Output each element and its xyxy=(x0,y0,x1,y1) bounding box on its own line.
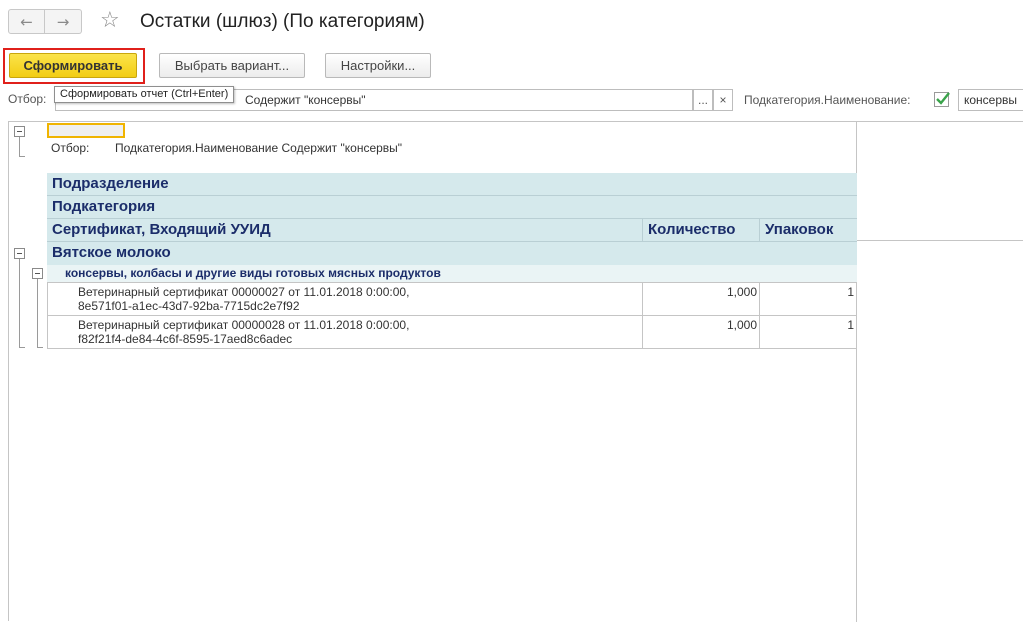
tree-line xyxy=(19,137,20,156)
subcategory-filter-label: Подкатегория.Наименование: xyxy=(744,93,911,107)
navigation-buttons: ← → xyxy=(8,9,83,34)
tree-line xyxy=(37,347,43,348)
table-row-quantity[interactable]: 1,000 xyxy=(649,318,757,332)
header-quantity: Количество xyxy=(642,219,759,242)
filter-clear-button[interactable]: × xyxy=(713,89,733,111)
header-packages: Упаковок xyxy=(759,219,857,242)
tree-line xyxy=(19,259,20,347)
certificate-uuid: 8e571f01-a1ec-43d7-92ba-7715dc2e7f92 xyxy=(78,299,300,313)
filter-label: Отбор: xyxy=(8,92,47,106)
tree-line xyxy=(19,347,25,348)
page-title: Остатки (шлюз) (По категориям) xyxy=(140,11,425,32)
table-row-certificate[interactable]: Ветеринарный сертификат 00000027 от 11.0… xyxy=(78,285,409,313)
header-division: Подразделение xyxy=(47,173,857,196)
report-right-line xyxy=(856,240,1023,241)
certificate-uuid: f82f21f4-de84-4c6f-8595-17aed8c6adec xyxy=(78,332,293,346)
table-row-quantity[interactable]: 1,000 xyxy=(649,285,757,299)
table-row-certificate[interactable]: Ветеринарный сертификат 00000028 от 11.0… xyxy=(78,318,409,346)
arrow-right-icon: → xyxy=(56,12,70,31)
certificate-line: Ветеринарный сертификат 00000028 от 11.0… xyxy=(78,318,410,332)
forward-button[interactable]: → xyxy=(45,9,82,34)
header-subcategory: Подкатегория xyxy=(47,196,857,219)
report-filter-text: Подкатегория.Наименование Содержит "конс… xyxy=(115,141,403,155)
group-row-subcategory[interactable]: консервы, колбасы и другие виды готовых … xyxy=(47,265,857,282)
arrow-left-icon: ← xyxy=(20,12,33,31)
certificate-line: Ветеринарный сертификат 00000027 от 11.0… xyxy=(78,285,410,299)
subcategory-filter-checkbox[interactable] xyxy=(934,92,950,107)
collapse-group-toggle[interactable] xyxy=(14,248,25,259)
report-title-cell[interactable] xyxy=(47,123,125,138)
filter-more-button[interactable]: ... xyxy=(693,89,713,111)
collapse-subgroup-toggle[interactable] xyxy=(32,268,43,279)
report-filter-caption: Отбор: xyxy=(51,141,90,155)
star-icon[interactable]: ☆ xyxy=(100,8,120,34)
group-row-division[interactable]: Вятское молоко xyxy=(47,242,857,265)
header-certificate: Сертификат, Входящий УУИД xyxy=(47,219,642,242)
generate-tooltip: Сформировать отчет (Ctrl+Enter) xyxy=(54,86,235,103)
generate-button[interactable]: Сформировать xyxy=(9,53,137,78)
tree-line xyxy=(37,279,38,347)
choose-variant-button[interactable]: Выбрать вариант... xyxy=(159,53,305,78)
row-separator xyxy=(47,348,857,349)
table-row-packages[interactable]: 1 xyxy=(765,285,854,299)
report-area[interactable]: Отбор: Подкатегория.Наименование Содержи… xyxy=(8,121,1023,622)
collapse-header-toggle[interactable] xyxy=(14,126,25,137)
subcategory-filter-input[interactable]: консервы xyxy=(958,89,1023,111)
row-separator xyxy=(47,315,857,316)
check-icon xyxy=(936,92,950,105)
table-row-packages[interactable]: 1 xyxy=(765,318,854,332)
tree-line xyxy=(19,156,25,157)
close-icon: × xyxy=(719,93,727,107)
row-separator xyxy=(47,282,857,283)
back-button[interactable]: ← xyxy=(8,9,45,34)
settings-button[interactable]: Настройки... xyxy=(325,53,431,78)
